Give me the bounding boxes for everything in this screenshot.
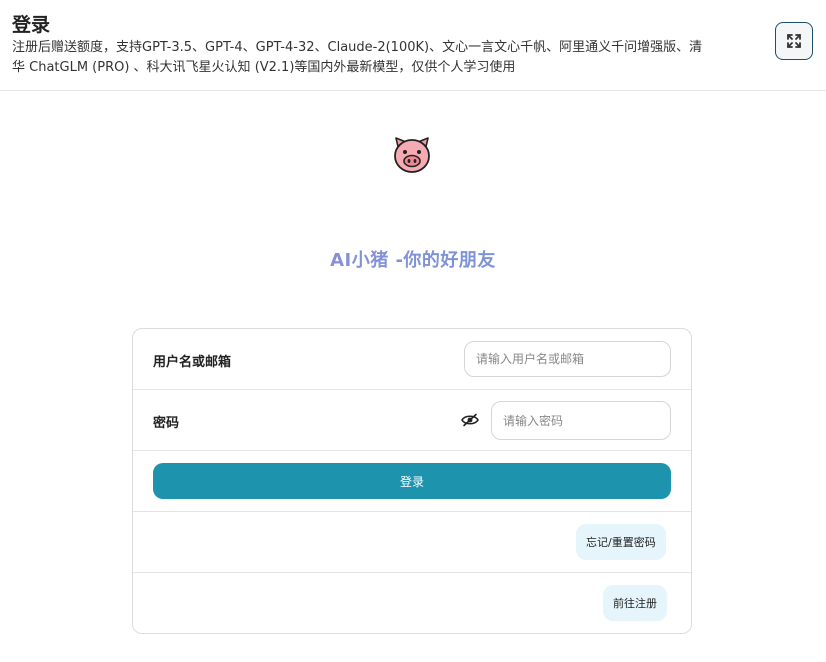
pig-face-icon — [394, 137, 430, 173]
login-button[interactable]: 登录 — [153, 463, 671, 499]
username-input[interactable] — [464, 341, 671, 377]
page-title: 登录 — [12, 14, 51, 36]
fullscreen-icon — [787, 34, 801, 48]
brand-title: AI小猪 -你的好朋友 — [0, 246, 826, 272]
password-input[interactable] — [491, 401, 671, 440]
register-row: 前往注册 — [133, 573, 691, 633]
username-row: 用户名或邮箱 — [133, 329, 691, 390]
forgot-row: 忘记/重置密码 — [133, 512, 691, 573]
password-row: 密码 — [133, 390, 691, 451]
fullscreen-button[interactable] — [775, 22, 813, 60]
eye-slash-icon[interactable] — [461, 413, 479, 427]
forgot-password-button[interactable]: 忘记/重置密码 — [576, 524, 666, 560]
login-form: 用户名或邮箱 密码 登录 忘记/重置密码 前往注册 — [132, 328, 692, 634]
page-header: 登录 注册后赠送额度，支持GPT-3.5、GPT-4、GPT-4-32、Clau… — [0, 0, 826, 91]
page-subtitle: 注册后赠送额度，支持GPT-3.5、GPT-4、GPT-4-32、Claude-… — [12, 40, 703, 75]
register-button[interactable]: 前往注册 — [603, 585, 667, 621]
username-label: 用户名或邮箱 — [153, 355, 232, 370]
login-row: 登录 — [133, 451, 691, 512]
password-label: 密码 — [153, 416, 180, 431]
